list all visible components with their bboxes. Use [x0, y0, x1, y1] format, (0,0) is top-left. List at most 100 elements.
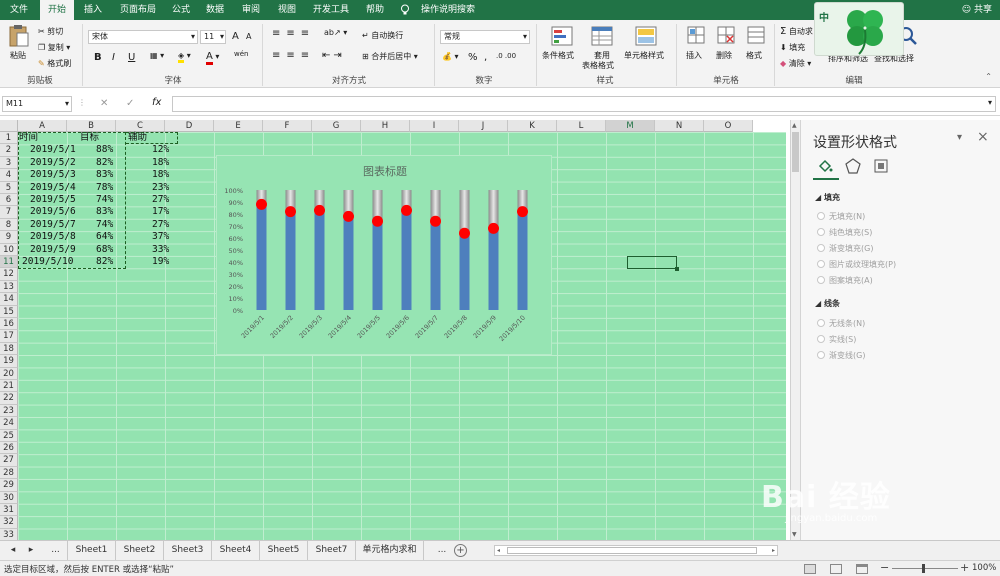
name-box[interactable]: M11 ▾ [2, 96, 72, 112]
scroll-up-arrow[interactable]: ▲ [792, 122, 797, 129]
fill-handle[interactable] [675, 267, 679, 271]
font-size-dropdown[interactable]: 11 ▾ [200, 30, 226, 44]
column-header-I[interactable]: I [410, 120, 459, 132]
cell-aux[interactable]: 33% [152, 244, 169, 256]
clear-button[interactable]: ◆ 清除 ▾ [780, 58, 811, 69]
zoom-in-button[interactable]: + [960, 561, 969, 574]
row-header-20[interactable]: 20 [0, 367, 18, 380]
insert-function-button[interactable]: fx [152, 97, 161, 108]
tab-insert[interactable]: 插入 [78, 0, 108, 20]
tab-help[interactable]: 帮助 [360, 0, 390, 20]
option-fill_options-4[interactable]: 图案填充(A) [829, 275, 873, 286]
radio-fill_options-2[interactable] [817, 244, 825, 252]
marker-point[interactable] [256, 198, 267, 210]
row-header-14[interactable]: 14 [0, 293, 18, 306]
fill-color-button[interactable]: ◈ ▾ [178, 51, 191, 63]
bold-button[interactable]: B [94, 52, 102, 63]
fill-button[interactable]: ⬇ 填充 [780, 42, 805, 53]
marker-point[interactable] [285, 206, 296, 218]
row-header-10[interactable]: 10 [0, 243, 18, 256]
delete-cells-button[interactable]: 删除 [712, 24, 740, 72]
tab-review[interactable]: 审阅 [236, 0, 266, 20]
select-all-corner[interactable] [0, 120, 18, 132]
row-header-22[interactable]: 22 [0, 392, 18, 405]
number-format-dropdown[interactable]: 常规 ▾ [440, 30, 530, 44]
wrap-text-button[interactable]: ↵ 自动换行 [362, 30, 403, 41]
row-header-13[interactable]: 13 [0, 280, 18, 294]
borders-button[interactable]: ▦ ▾ [150, 51, 164, 60]
sheet-tab-5[interactable]: Sheet7 [308, 541, 356, 560]
tab-developer[interactable]: 开发工具 [308, 0, 354, 20]
column-header-D[interactable]: D [165, 120, 214, 132]
comma-button[interactable]: , [484, 52, 487, 63]
underline-button[interactable]: U [128, 52, 135, 63]
sheet-more-right[interactable]: ... [432, 541, 452, 560]
cell-aux[interactable]: 12% [152, 144, 169, 156]
horizontal-align-buttons[interactable]: ≡≡≡ [272, 50, 315, 61]
bar-target[interactable] [343, 216, 354, 310]
tab-view[interactable]: 视图 [272, 0, 302, 20]
conditional-format-button[interactable]: 条件格式 [540, 24, 584, 72]
cell-aux[interactable]: 37% [152, 231, 169, 243]
radio-line_options-1[interactable] [817, 335, 825, 343]
chart-title[interactable]: 图表标题 [363, 164, 407, 178]
cell-aux[interactable]: 18% [152, 169, 169, 181]
bar-target[interactable] [488, 228, 499, 310]
sheet-prev-button[interactable]: ◂ [6, 541, 20, 560]
row-header-3[interactable]: 3 [0, 156, 18, 170]
collapse-ribbon-icon[interactable]: ⌃ [985, 72, 992, 81]
row-header-6[interactable]: 6 [0, 194, 18, 207]
option-fill_options-0[interactable]: 无填充(N) [829, 211, 865, 222]
shrink-font-button[interactable]: A [246, 32, 251, 41]
bar-aux[interactable] [488, 190, 499, 229]
row-header-25[interactable]: 25 [0, 429, 18, 442]
tell-me-search[interactable]: 操作说明搜索 [416, 0, 480, 20]
row-header-23[interactable]: 23 [0, 404, 18, 418]
effects-tab[interactable] [845, 158, 861, 177]
sheet-tab-6[interactable]: 单元格内求和 [356, 541, 424, 560]
format-painter-button[interactable]: ✎ 格式刷 [38, 58, 71, 69]
formula-input[interactable]: ▾ [172, 96, 996, 112]
column-header-A[interactable]: A [18, 120, 67, 132]
sheet-more-left[interactable]: ... [44, 541, 68, 560]
bar-target[interactable] [459, 233, 470, 310]
merge-center-button[interactable]: ⊞ 合并后居中 ▾ [362, 51, 418, 62]
zoom-slider[interactable] [892, 568, 958, 569]
bar-target[interactable] [285, 211, 296, 310]
column-header-N[interactable]: N [655, 120, 704, 132]
cell-aux[interactable]: 23% [152, 182, 169, 194]
row-header-17[interactable]: 17 [0, 330, 18, 343]
row-header-30[interactable]: 30 [0, 491, 18, 504]
paste-button[interactable]: 粘贴 [6, 24, 32, 64]
bar-target[interactable] [517, 211, 528, 310]
page-break-view-button[interactable] [856, 564, 868, 574]
format-as-table-button[interactable]: 套用 表格格式 [582, 24, 620, 72]
hscroll-right-arrow[interactable]: ▸ [772, 546, 775, 556]
bar-aux[interactable] [459, 190, 470, 234]
bar-target[interactable] [401, 210, 412, 310]
page-layout-view-button[interactable] [830, 564, 842, 574]
column-header-F[interactable]: F [263, 120, 312, 132]
column-header-B[interactable]: B [67, 120, 116, 132]
row-header-12[interactable]: 12 [0, 268, 18, 281]
row-header-21[interactable]: 21 [0, 380, 18, 393]
decimal-buttons[interactable]: .0 .00 [496, 52, 516, 60]
tab-formulas[interactable]: 公式 [166, 0, 196, 20]
phonetic-button[interactable]: wén [234, 50, 248, 58]
row-header-1[interactable]: 1 [0, 132, 18, 145]
row-header-15[interactable]: 15 [0, 305, 18, 318]
copy-button[interactable]: ❐ 复制 ▾ [38, 42, 70, 53]
row-header-4[interactable]: 4 [0, 169, 18, 182]
scroll-thumb[interactable] [792, 132, 799, 172]
row-header-5[interactable]: 5 [0, 181, 18, 194]
italic-button[interactable]: I [112, 52, 115, 63]
row-header-32[interactable]: 32 [0, 516, 18, 529]
format-cells-button[interactable]: 格式 [742, 24, 770, 72]
column-header-M[interactable]: M [606, 120, 655, 132]
radio-line_options-2[interactable] [817, 351, 825, 359]
radio-fill_options-0[interactable] [817, 212, 825, 220]
row-header-16[interactable]: 16 [0, 318, 18, 331]
column-header-E[interactable]: E [214, 120, 263, 132]
marker-point[interactable] [459, 227, 470, 239]
row-header-9[interactable]: 9 [0, 231, 18, 244]
